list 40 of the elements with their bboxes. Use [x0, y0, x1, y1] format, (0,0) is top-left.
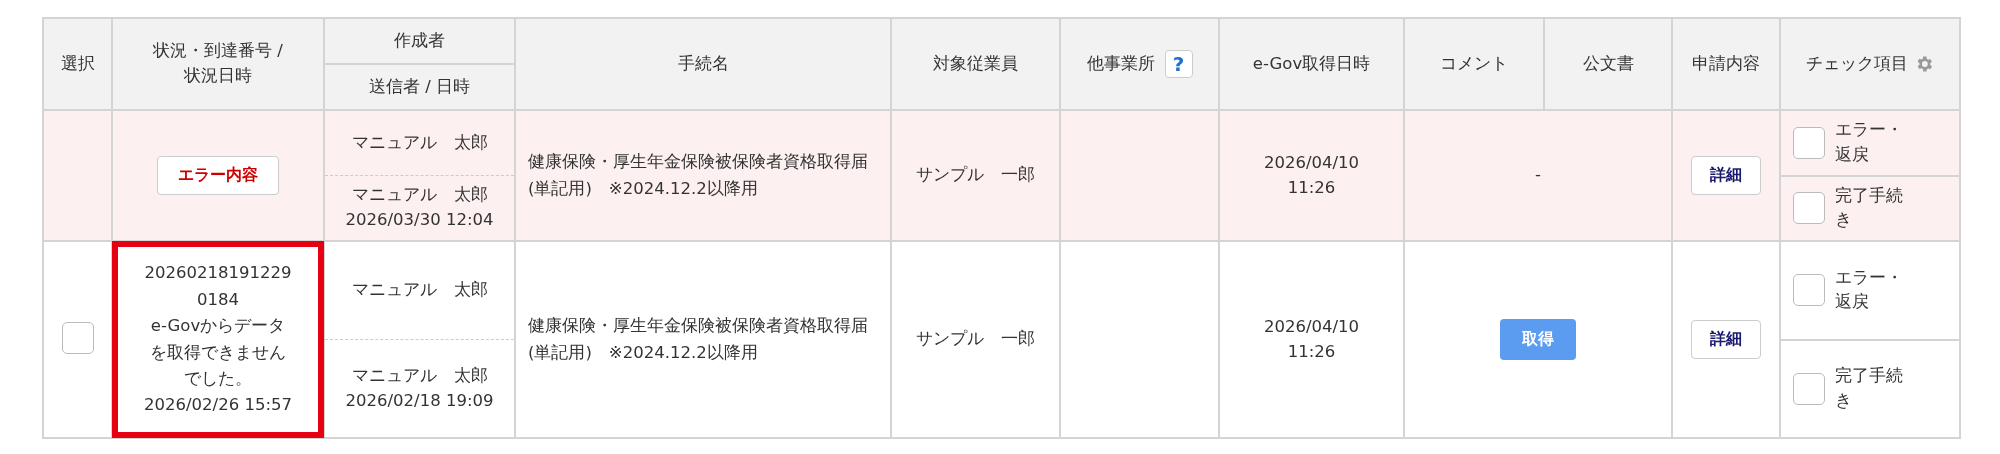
employee-name: サンプル 一郎: [916, 164, 1035, 187]
status-message: e-Govからデータを取得できませんでした。: [149, 315, 287, 390]
error-details-button[interactable]: エラー内容: [157, 156, 279, 195]
column-header: 他事業所: [1086, 52, 1155, 75]
sent-date: 2026/03/30 12:04: [345, 209, 494, 231]
procedure-name: 健康保険・厚生年金保険被保険者資格取得届 (単記用) ※2024.12.2以降用: [527, 151, 869, 200]
sent-date: 2026/02/18 19:09: [345, 389, 494, 412]
check-item-checkbox[interactable]: [1793, 192, 1825, 225]
check-item-label: エラー・返戻: [1835, 119, 1904, 166]
detail-button[interactable]: 詳細: [1691, 320, 1761, 359]
column-header: 手続名: [677, 52, 729, 75]
column-header: 選択: [60, 52, 95, 75]
column-header: チェック項目: [1806, 52, 1908, 75]
column-header: e-Gov取得日時: [1252, 52, 1371, 75]
status-date: 2026/02/26 15:57: [143, 394, 293, 417]
creator-name: マニュアル 太郎: [351, 131, 488, 154]
check-item-checkbox[interactable]: [1793, 274, 1825, 307]
check-item-label: エラー・返戻: [1835, 266, 1904, 314]
check-item-label: 完了手続き: [1835, 365, 1904, 412]
sender-name: マニュアル 太郎: [351, 364, 488, 387]
column-header: 対象従業員: [933, 52, 1018, 75]
egov-date: 2026/04/10 11:26: [1263, 151, 1360, 199]
column-header: 公文書: [1582, 52, 1634, 75]
column-header: 作成者: [394, 29, 445, 52]
procedure-name: 健康保険・厚生年金保険被保険者資格取得届 (単記用) ※2024.12.2以降用: [527, 315, 869, 364]
column-header: 状況・到達番号 / 状況日時: [153, 40, 283, 87]
help-button[interactable]: ?: [1164, 50, 1193, 78]
column-header: 送信者 / 日時: [368, 75, 471, 98]
row-checkbox[interactable]: [61, 321, 94, 354]
detail-button[interactable]: 詳細: [1691, 156, 1761, 195]
check-item-label: 完了手続き: [1835, 184, 1904, 232]
employee-name: サンプル 一郎: [916, 328, 1035, 351]
creator-name: マニュアル 太郎: [351, 279, 488, 302]
column-header: コメント: [1440, 52, 1508, 75]
check-item-checkbox[interactable]: [1793, 372, 1825, 405]
sender-name: マニュアル 太郎: [351, 184, 488, 207]
egov-date: 2026/04/10 11:26: [1263, 315, 1360, 363]
check-item-checkbox[interactable]: [1793, 126, 1825, 159]
comment-cell-text: -: [1535, 164, 1541, 187]
column-header: 申請内容: [1692, 52, 1760, 75]
